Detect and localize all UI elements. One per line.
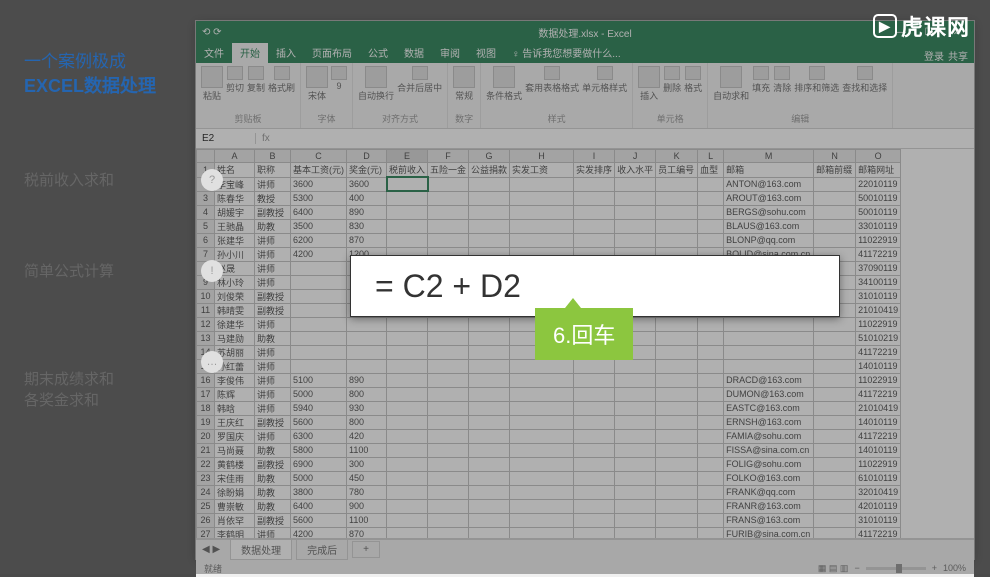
- zoom-in[interactable]: +: [932, 563, 937, 573]
- tab-data[interactable]: 数据: [396, 42, 432, 63]
- course-step-2: 简单公式计算 !: [24, 260, 195, 281]
- ribbon-宋体[interactable]: 宋体: [306, 66, 328, 102]
- zoom-level[interactable]: 100%: [943, 563, 966, 573]
- login-link[interactable]: 登录: [924, 48, 944, 63]
- ribbon-tabs: 文件 开始 插入 页面布局 公式 数据 审阅 视图 ♀ 告诉我您想要做什么...…: [196, 43, 974, 63]
- name-box[interactable]: E2: [196, 133, 256, 144]
- watermark: ▶ 虎课网: [873, 10, 970, 42]
- step-badge: ?: [201, 169, 223, 191]
- ribbon-自动换行[interactable]: 自动换行: [358, 66, 394, 102]
- ribbon-填充[interactable]: 填充: [752, 66, 770, 94]
- titlebar: ⟲ ⟳ 数据处理.xlsx - Excel — ☐ ✕: [196, 21, 974, 43]
- tab-insert[interactable]: 插入: [268, 42, 304, 63]
- tab-review[interactable]: 审阅: [432, 42, 468, 63]
- ribbon-剪切[interactable]: 剪切: [226, 66, 244, 94]
- course-step-3: 期末成绩求和 各奖金求和 …: [24, 351, 195, 427]
- course-title: 一个案例极成 EXCEL数据处理: [24, 50, 195, 99]
- tab-formulas[interactable]: 公式: [360, 42, 396, 63]
- ribbon-格式刷[interactable]: 格式刷: [268, 66, 295, 94]
- tab-home[interactable]: 开始: [232, 42, 268, 63]
- watermark-text: 虎课网: [901, 10, 970, 42]
- tell-me[interactable]: ♀ 告诉我您想要做什么...: [504, 42, 629, 63]
- ribbon-删除[interactable]: 删除: [663, 66, 681, 94]
- ribbon: 粘贴剪切复制格式刷剪贴板宋体9字体自动换行合并后居中对齐方式常规数字条件格式套用…: [196, 63, 974, 129]
- add-sheet-button[interactable]: +: [352, 541, 380, 558]
- ribbon-复制[interactable]: 复制: [247, 66, 265, 94]
- view-buttons[interactable]: ▦ ▤ ▥: [818, 563, 849, 574]
- share-button[interactable]: 共享: [948, 48, 968, 63]
- ribbon-格式[interactable]: 格式: [684, 66, 702, 94]
- zoom-slider[interactable]: [866, 567, 926, 570]
- ribbon-9[interactable]: 9: [331, 66, 347, 91]
- course-step-1: 税前收入求和 ?: [24, 169, 195, 190]
- ribbon-自动求和[interactable]: 自动求和: [713, 66, 749, 102]
- step-badge: !: [201, 260, 223, 282]
- ribbon-排序和筛选[interactable]: 排序和筛选: [794, 66, 839, 94]
- tab-view[interactable]: 视图: [468, 42, 504, 63]
- ribbon-粘贴[interactable]: 粘贴: [201, 66, 223, 102]
- tab-layout[interactable]: 页面布局: [304, 42, 360, 63]
- enter-callout: 6.回车: [535, 308, 633, 360]
- quick-access[interactable]: ⟲ ⟳: [196, 27, 228, 38]
- status-text: 就绪: [204, 562, 222, 575]
- zoom-out[interactable]: −: [854, 563, 859, 573]
- sheet-nav[interactable]: ◀ ▶: [196, 544, 226, 555]
- window-title: 数据处理.xlsx - Excel: [538, 25, 631, 40]
- course-sidebar: 一个案例极成 EXCEL数据处理 税前收入求和 ? 简单公式计算 ! 期末成绩求…: [0, 0, 195, 574]
- tab-file[interactable]: 文件: [196, 42, 232, 63]
- sheet-tab-active[interactable]: 数据处理: [230, 539, 292, 560]
- ribbon-常规[interactable]: 常规: [453, 66, 475, 102]
- sheet-tab[interactable]: 完成后: [296, 539, 348, 560]
- ribbon-条件格式[interactable]: 条件格式: [486, 66, 522, 102]
- sheet-tabs: ◀ ▶ 数据处理 完成后 +: [196, 539, 974, 559]
- ribbon-合并后居中[interactable]: 合并后居中: [397, 66, 442, 94]
- watermark-icon: ▶: [873, 14, 897, 38]
- ribbon-查找和选择[interactable]: 查找和选择: [842, 66, 887, 94]
- status-bar: 就绪 ▦ ▤ ▥ − + 100%: [196, 559, 974, 577]
- formula-bar: E2 fx: [196, 129, 974, 149]
- ribbon-单元格样式[interactable]: 单元格样式: [582, 66, 627, 94]
- fx-icon[interactable]: fx: [256, 133, 276, 144]
- ribbon-插入[interactable]: 插入: [638, 66, 660, 102]
- ribbon-套用表格格式[interactable]: 套用表格格式: [525, 66, 579, 94]
- ribbon-清除[interactable]: 清除: [773, 66, 791, 94]
- step-badge: …: [201, 351, 223, 373]
